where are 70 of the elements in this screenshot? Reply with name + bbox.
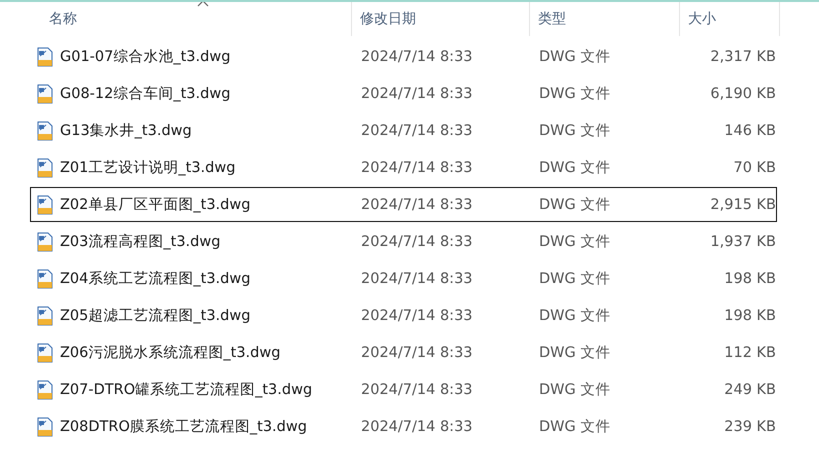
file-name: Z03流程高程图_t3.dwg <box>60 232 220 251</box>
modified-date: 2024/7/14 8:33 <box>360 160 474 176</box>
file-type: DWG 文件 <box>538 307 612 325</box>
file-size: 198 KB <box>723 308 776 324</box>
file-type: DWG 文件 <box>538 122 612 140</box>
file-name: Z04系统工艺流程图_t3.dwg <box>60 270 250 288</box>
file-row[interactable]: Z02单县厂区平面图_t3.dwg 2024/7/14 8:33 DWG 文件 2,915 KB <box>30 187 777 222</box>
file-name: Z01工艺设计说明_t3.dwg <box>60 159 236 177</box>
dwg-file-icon <box>36 268 54 288</box>
dwg-file-icon <box>36 306 54 326</box>
file-name: G01-07综合水池_t3.dwg <box>60 48 230 66</box>
file-type: DWG 文件 <box>538 233 612 251</box>
dwg-file-icon <box>36 232 54 252</box>
file-row[interactable]: Z08DTRO膜系统工艺流程图_t3.dwg 2024/7/14 8:33 DWG 文件 239 KB <box>30 409 777 444</box>
file-size: 249 KB <box>723 382 776 398</box>
modified-date: 2024/7/14 8:33 <box>360 270 474 286</box>
column-header[interactable]: 类型 <box>530 2 680 36</box>
dwg-file-icon <box>36 342 54 362</box>
column-header[interactable]: 名称 <box>30 2 352 36</box>
file-row[interactable]: G13集水井_t3.dwg 2024/7/14 8:33 DWG 文件 146 KB <box>30 113 777 148</box>
file-name: Z08DTRO膜系统工艺流程图_t3.dwg <box>60 418 307 436</box>
file-row[interactable]: Z06污泥脱水系统流程图_t3.dwg 2024/7/14 8:33 DWG 文件 112 KB <box>30 335 777 370</box>
file-size: 6,190 KB <box>709 86 776 102</box>
modified-date: 2024/7/14 8:33 <box>360 48 474 64</box>
file-type: DWG 文件 <box>538 344 612 362</box>
dwg-file-icon <box>36 46 54 66</box>
modified-date: 2024/7/14 8:33 <box>360 418 474 434</box>
file-size: 1,937 KB <box>709 234 776 250</box>
file-size: 239 KB <box>723 418 776 434</box>
file-row[interactable]: Z05超滤工艺流程图_t3.dwg 2024/7/14 8:33 DWG 文件 198 KB <box>30 298 777 333</box>
dwg-file-icon <box>36 120 54 140</box>
file-type: DWG 文件 <box>538 418 612 436</box>
file-row[interactable]: Z04系统工艺流程图_t3.dwg 2024/7/14 8:33 DWG 文件 198 KB <box>30 261 777 296</box>
file-row[interactable]: Z03流程高程图_t3.dwg 2024/7/14 8:33 DWG 文件 1,937 KB <box>30 224 777 259</box>
file-row[interactable]: Z07-DTRO罐系统工艺流程图_t3.dwg 2024/7/14 8:33 DWG 文件 249 KB <box>30 372 777 407</box>
file-row[interactable]: G08-12综合车间_t3.dwg 2024/7/14 8:33 DWG 文件 6,190 KB <box>30 76 777 111</box>
file-row[interactable]: G01-07综合水池_t3.dwg 2024/7/14 8:33 DWG 文件 2,317 KB <box>30 39 777 74</box>
modified-date: 2024/7/14 8:33 <box>360 308 474 324</box>
dwg-file-icon <box>36 416 54 436</box>
dwg-file-icon <box>36 84 54 104</box>
column-header[interactable]: 大小 <box>680 2 780 36</box>
file-name: Z02单县厂区平面图_t3.dwg <box>60 196 250 214</box>
file-size: 198 KB <box>723 270 776 286</box>
file-type: DWG 文件 <box>538 48 612 66</box>
file-name: G13集水井_t3.dwg <box>60 122 192 140</box>
modified-date: 2024/7/14 8:33 <box>360 344 474 360</box>
modified-date: 2024/7/14 8:33 <box>360 234 474 250</box>
modified-date: 2024/7/14 8:33 <box>360 382 474 398</box>
file-type: DWG 文件 <box>538 270 612 288</box>
file-size: 112 KB <box>723 344 776 360</box>
file-type: DWG 文件 <box>538 196 612 214</box>
file-size: 2,317 KB <box>709 48 776 64</box>
file-type: DWG 文件 <box>538 85 612 103</box>
file-name: Z06污泥脱水系统流程图_t3.dwg <box>60 344 280 362</box>
dwg-file-icon <box>36 158 54 178</box>
column-header[interactable]: 修改日期 <box>352 2 530 36</box>
file-name: Z05超滤工艺流程图_t3.dwg <box>60 306 250 325</box>
file-size: 2,915 KB <box>709 196 776 212</box>
file-name: G08-12综合车间_t3.dwg <box>60 85 230 103</box>
file-type: DWG 文件 <box>538 159 612 177</box>
file-row[interactable]: Z01工艺设计说明_t3.dwg 2024/7/14 8:33 DWG 文件 70 KB <box>30 150 777 185</box>
file-type: DWG 文件 <box>538 381 612 399</box>
modified-date: 2024/7/14 8:33 <box>360 122 474 138</box>
file-size: 70 KB <box>732 160 776 176</box>
modified-date: 2024/7/14 8:33 <box>360 86 474 102</box>
dwg-file-icon <box>36 194 54 214</box>
dwg-file-icon <box>36 380 54 400</box>
file-name: Z07-DTRO罐系统工艺流程图_t3.dwg <box>60 380 312 399</box>
modified-date: 2024/7/14 8:33 <box>360 196 474 212</box>
file-size: 146 KB <box>723 122 776 138</box>
